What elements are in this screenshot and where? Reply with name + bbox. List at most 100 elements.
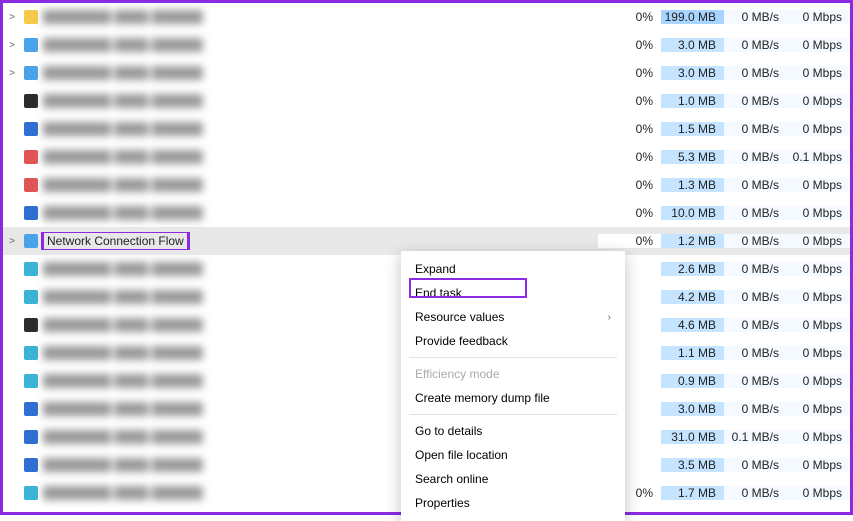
expand-toggle[interactable]: > [3, 12, 21, 23]
expand-toggle[interactable]: > [3, 68, 21, 79]
menu-resource-values[interactable]: Resource values› [401, 305, 625, 329]
menu-properties[interactable]: Properties [401, 491, 625, 515]
network-cell: 0.1 Mbps [787, 150, 850, 164]
menu-create-dump[interactable]: Create memory dump file [401, 386, 625, 410]
process-icon [21, 122, 41, 136]
disk-cell: 0 MB/s [724, 66, 787, 80]
cpu-cell: 0% [598, 122, 661, 136]
process-icon [21, 402, 41, 416]
cpu-cell: 0% [598, 38, 661, 52]
process-icon [21, 150, 41, 164]
process-icon [21, 262, 41, 276]
memory-cell: 1.3 MB [661, 178, 724, 192]
disk-cell: 0 MB/s [724, 206, 787, 220]
disk-cell: 0 MB/s [724, 94, 787, 108]
cpu-cell: 0% [598, 178, 661, 192]
network-cell: 0 Mbps [787, 402, 850, 416]
network-cell: 0 Mbps [787, 262, 850, 276]
memory-cell: 1.7 MB [661, 486, 724, 500]
memory-cell: 1.5 MB [661, 122, 724, 136]
network-cell: 0 Mbps [787, 66, 850, 80]
menu-search-online[interactable]: Search online [401, 467, 625, 491]
disk-cell: 0 MB/s [724, 402, 787, 416]
process-name: ████████ ████ ██████ [41, 66, 598, 80]
disk-cell: 0 MB/s [724, 150, 787, 164]
disk-cell: 0 MB/s [724, 122, 787, 136]
process-row[interactable]: ████████ ████ ██████0%10.0 MB0 MB/s0 Mbp… [3, 199, 850, 227]
process-icon [21, 374, 41, 388]
process-name: ████████ ████ ██████ [41, 38, 598, 52]
disk-cell: 0 MB/s [724, 10, 787, 24]
process-icon [21, 318, 41, 332]
disk-cell: 0 MB/s [724, 38, 787, 52]
disk-cell: 0 MB/s [724, 346, 787, 360]
memory-cell: 1.2 MB [661, 234, 724, 248]
disk-cell: 0 MB/s [724, 374, 787, 388]
memory-cell: 5.3 MB [661, 150, 724, 164]
process-icon [21, 290, 41, 304]
network-cell: 0 Mbps [787, 234, 850, 248]
network-cell: 0 Mbps [787, 458, 850, 472]
disk-cell: 0.1 MB/s [724, 430, 787, 444]
process-icon [21, 66, 41, 80]
menu-end-task[interactable]: End task [401, 281, 625, 305]
menu-efficiency-mode: Efficiency mode [401, 362, 625, 386]
process-name: Network Connection Flow [41, 232, 598, 250]
process-row[interactable]: >████████ ████ ██████0%3.0 MB0 MB/s0 Mbp… [3, 31, 850, 59]
process-name: ████████ ████ ██████ [41, 178, 598, 192]
context-menu: Expand End task Resource values› Provide… [401, 251, 625, 521]
process-row[interactable]: >████████ ████ ██████0%199.0 MB0 MB/s0 M… [3, 3, 850, 31]
process-icon [21, 94, 41, 108]
process-icon [21, 430, 41, 444]
cpu-cell: 0% [598, 234, 661, 248]
memory-cell: 199.0 MB [661, 10, 724, 24]
expand-toggle[interactable]: > [3, 236, 21, 247]
memory-cell: 3.5 MB [661, 458, 724, 472]
memory-cell: 3.0 MB [661, 66, 724, 80]
cpu-cell: 0% [598, 94, 661, 108]
menu-separator [409, 357, 617, 358]
selected-process-highlight: Network Connection Flow [43, 232, 188, 250]
chevron-right-icon: › [608, 312, 611, 323]
disk-cell: 0 MB/s [724, 458, 787, 472]
process-row[interactable]: ████████ ████ ██████0%1.3 MB0 MB/s0 Mbps [3, 171, 850, 199]
cpu-cell: 0% [598, 10, 661, 24]
memory-cell: 1.1 MB [661, 346, 724, 360]
menu-expand[interactable]: Expand [401, 257, 625, 281]
process-icon [21, 346, 41, 360]
cpu-cell: 0% [598, 206, 661, 220]
network-cell: 0 Mbps [787, 38, 850, 52]
menu-provide-feedback[interactable]: Provide feedback [401, 329, 625, 353]
memory-cell: 10.0 MB [661, 206, 724, 220]
memory-cell: 4.2 MB [661, 290, 724, 304]
network-cell: 0 Mbps [787, 94, 850, 108]
menu-separator [409, 414, 617, 415]
disk-cell: 0 MB/s [724, 318, 787, 332]
process-row[interactable]: > ████████ ████ ██████0%3.0 MB0 MB/s0 Mbp… [3, 59, 850, 87]
memory-cell: 1.0 MB [661, 94, 724, 108]
process-row[interactable]: ████████ ████ ██████0%5.3 MB0 MB/s0.1 Mb… [3, 143, 850, 171]
network-cell: 0 Mbps [787, 10, 850, 24]
menu-open-location[interactable]: Open file location [401, 443, 625, 467]
memory-cell: 31.0 MB [661, 430, 724, 444]
process-row[interactable]: ████████ ████ ██████0%1.5 MB0 MB/s0 Mbps [3, 115, 850, 143]
network-cell: 0 Mbps [787, 486, 850, 500]
disk-cell: 0 MB/s [724, 262, 787, 276]
process-row[interactable]: ████████ ████ ██████0%1.0 MB0 MB/s0 Mbps [3, 87, 850, 115]
cpu-cell: 0% [598, 150, 661, 164]
disk-cell: 0 MB/s [724, 290, 787, 304]
disk-cell: 0 MB/s [724, 486, 787, 500]
network-cell: 0 Mbps [787, 290, 850, 304]
menu-go-to-details[interactable]: Go to details [401, 419, 625, 443]
memory-cell: 2.6 MB [661, 262, 724, 276]
process-name: ████████ ████ ██████ [41, 94, 598, 108]
cpu-cell: 0% [598, 66, 661, 80]
process-name: ████████ ████ ██████ [41, 206, 598, 220]
expand-toggle[interactable]: > [3, 40, 21, 51]
process-icon [21, 234, 41, 248]
process-icon [21, 458, 41, 472]
network-cell: 0 Mbps [787, 346, 850, 360]
process-icon [21, 38, 41, 52]
process-icon [21, 178, 41, 192]
process-icon [21, 206, 41, 220]
